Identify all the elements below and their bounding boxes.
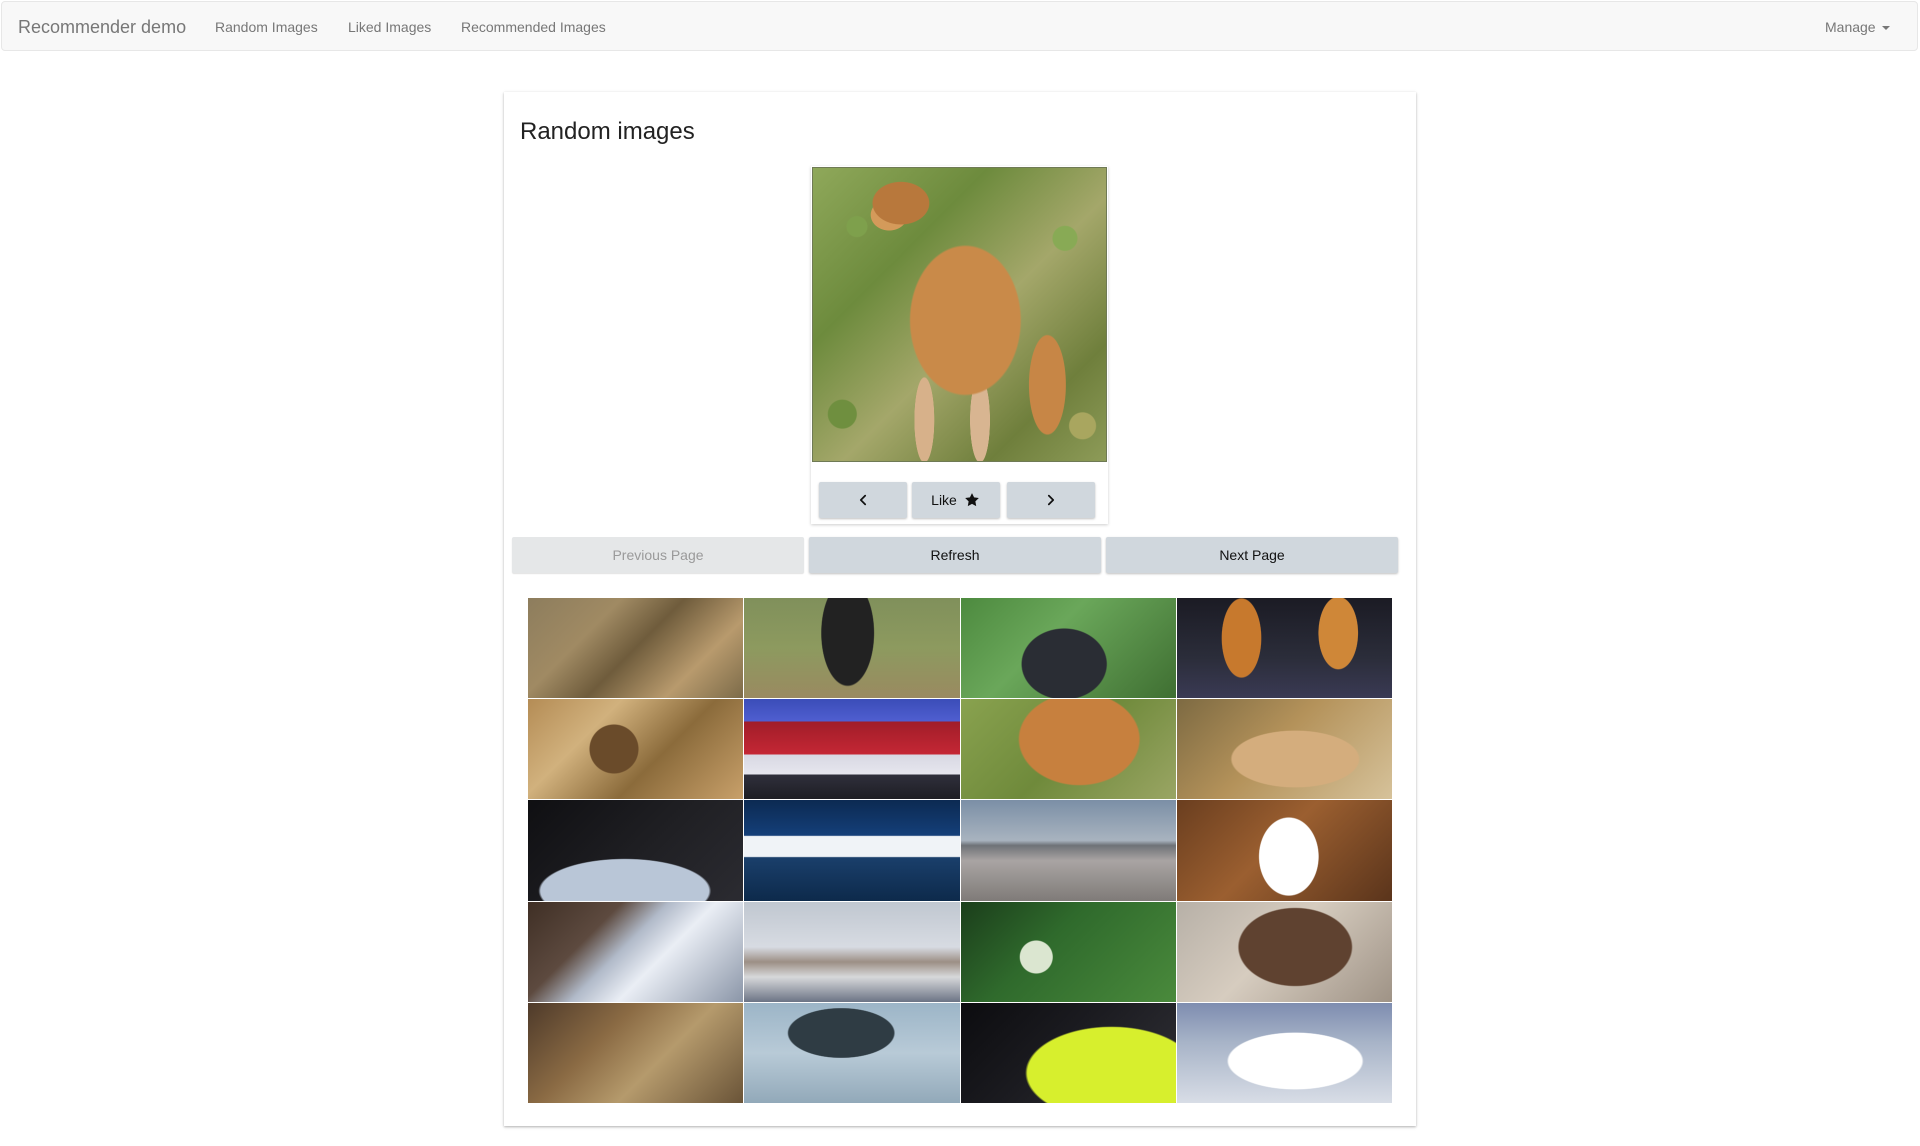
top-navbar: Recommender demo Random Images Liked Ima… (1, 1, 1918, 51)
image-tile[interactable] (1176, 800, 1392, 901)
like-button[interactable]: Like (912, 482, 1000, 518)
next-page-button[interactable]: Next Page (1106, 537, 1398, 573)
image-tile[interactable] (960, 699, 1176, 800)
featured-image[interactable] (812, 167, 1107, 462)
like-label: Like (931, 492, 957, 508)
page-title: Random images (520, 118, 695, 145)
image-tile[interactable] (744, 800, 960, 901)
image-tile[interactable] (960, 598, 1176, 699)
image-tile[interactable] (528, 1002, 744, 1103)
brand-link[interactable]: Recommender demo (18, 2, 186, 52)
hero-panel: Like (811, 166, 1108, 524)
chevron-left-icon (859, 494, 867, 506)
previous-image-button[interactable] (819, 482, 907, 518)
image-tile[interactable] (528, 699, 744, 800)
caret-down-icon (1881, 26, 1890, 31)
image-tile[interactable] (744, 901, 960, 1002)
image-tile[interactable] (960, 800, 1176, 901)
next-image-button[interactable] (1007, 482, 1095, 518)
nav-random-images[interactable]: Random Images (215, 2, 318, 52)
image-tile[interactable] (744, 598, 960, 699)
star-icon (965, 493, 979, 507)
refresh-button[interactable]: Refresh (809, 537, 1101, 573)
image-tile[interactable] (1176, 598, 1392, 699)
manage-label: Manage (1825, 19, 1876, 35)
random-images-card: Random images Like Previous Page Refresh… (504, 92, 1416, 1126)
image-tile[interactable] (1176, 1002, 1392, 1103)
chevron-right-icon (1047, 494, 1055, 506)
image-grid (528, 598, 1392, 1103)
nav-liked-images[interactable]: Liked Images (348, 2, 431, 52)
image-tile[interactable] (1176, 901, 1392, 1002)
image-tile[interactable] (528, 598, 744, 699)
manage-dropdown[interactable]: Manage (1825, 2, 1890, 52)
image-tile[interactable] (960, 1002, 1176, 1103)
nav-recommended-images[interactable]: Recommended Images (461, 2, 606, 52)
image-tile[interactable] (1176, 699, 1392, 800)
previous-page-button[interactable]: Previous Page (512, 537, 804, 573)
image-tile[interactable] (960, 901, 1176, 1002)
image-tile[interactable] (744, 1002, 960, 1103)
image-tile[interactable] (744, 699, 960, 800)
image-tile[interactable] (528, 901, 744, 1002)
image-tile[interactable] (528, 800, 744, 901)
